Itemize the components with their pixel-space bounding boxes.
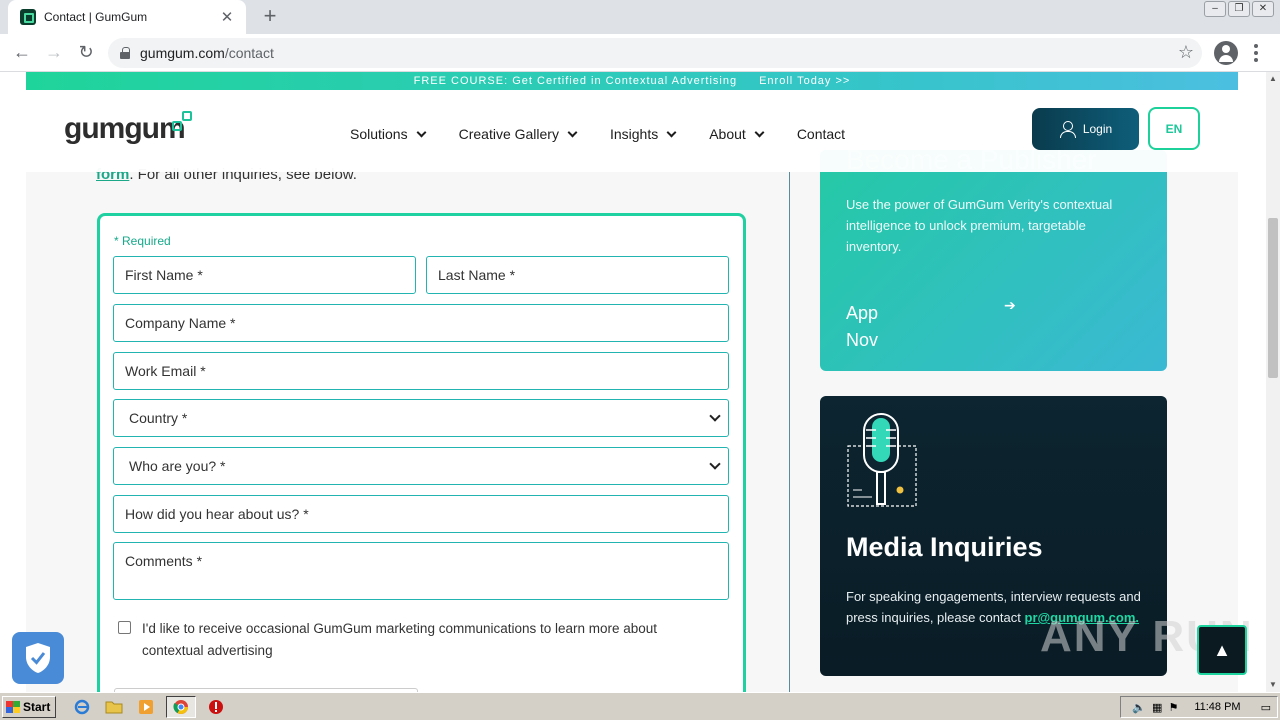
reload-button[interactable]: ↻ [70, 37, 102, 69]
work-email-input[interactable]: Work Email * [113, 352, 729, 390]
address-bar[interactable]: gumgum.com/contact ☆ [108, 38, 1202, 68]
stop-icon[interactable] [204, 696, 228, 718]
url-text: gumgum.com/contact [140, 45, 274, 61]
column-divider [789, 172, 790, 692]
user-icon [1059, 121, 1076, 138]
who-select-value: Who are you? * [129, 458, 226, 474]
scrollbar-thumb[interactable] [1268, 218, 1278, 378]
chevron-down-icon [754, 127, 765, 137]
main-nav: Solutions Creative Gallery Insights Abou… [350, 126, 879, 142]
site-header: gumgum Solutions Creative Gallery Insigh… [26, 90, 1238, 172]
minimize-button[interactable]: – [1204, 1, 1226, 17]
lock-icon [120, 47, 130, 59]
nav-solutions[interactable]: Solutions [350, 126, 427, 142]
required-note: * Required [114, 234, 171, 248]
hear-about-input[interactable]: How did you hear about us? * [113, 495, 729, 533]
gumgum-logo[interactable]: gumgum [64, 112, 186, 146]
profile-avatar-icon[interactable] [1214, 41, 1238, 65]
close-window-button[interactable]: ✕ [1252, 1, 1274, 17]
marketing-optin-label: I'd like to receive occasional GumGum ma… [142, 621, 658, 658]
show-desktop-icon[interactable]: ▭ [1261, 701, 1271, 714]
country-select-value: Country * [129, 410, 188, 426]
forward-button[interactable]: → [38, 37, 70, 69]
media-player-icon[interactable] [134, 696, 158, 718]
system-tray: 🔈 ▦ ⚑ 11:48 PM ▭ [1120, 696, 1278, 718]
language-button[interactable]: EN [1148, 107, 1200, 150]
browser-tab[interactable]: Contact | GumGum ✕ [8, 0, 246, 34]
privacy-shield-button[interactable] [12, 632, 64, 684]
ie-icon[interactable] [70, 696, 94, 718]
nav-creative-gallery[interactable]: Creative Gallery [459, 126, 578, 142]
bookmark-star-icon[interactable]: ☆ [1178, 42, 1194, 63]
network-icon[interactable]: ▦ [1152, 701, 1162, 714]
windows-flag-icon [6, 700, 20, 713]
marketing-optin-checkbox[interactable] [118, 621, 131, 634]
close-tab-icon[interactable]: ✕ [218, 8, 236, 26]
browser-toolbar: ← → ↻ gumgum.com/contact ☆ [0, 34, 1280, 72]
browser-menu-icon[interactable] [1248, 42, 1264, 64]
gumgum-logo-mark-icon [172, 110, 196, 134]
arrow-up-icon: ▲ [1213, 639, 1231, 660]
chevron-down-icon [567, 127, 578, 137]
volume-icon[interactable]: 🔈 [1132, 701, 1146, 714]
first-name-input[interactable]: First Name * [113, 256, 416, 294]
promo-text: FREE COURSE: Get Certified in Contextual… [413, 75, 738, 87]
nav-insights[interactable]: Insights [610, 126, 677, 142]
gumgum-favicon-icon [20, 9, 36, 25]
security-flag-icon[interactable]: ⚑ [1168, 701, 1178, 714]
back-button[interactable]: ← [6, 37, 38, 69]
back-to-top-button[interactable]: ▲ [1197, 625, 1247, 675]
login-button[interactable]: Login [1032, 108, 1139, 150]
marketing-optin-row: I'd like to receive occasional GumGum ma… [118, 618, 718, 662]
company-name-input[interactable]: Company Name * [113, 304, 729, 342]
page-viewport: form. For all other inquiries, see below… [0, 72, 1266, 692]
media-inquiries-title: Media Inquiries [846, 532, 1043, 562]
comments-textarea[interactable]: Comments * [113, 542, 729, 600]
chrome-taskbar-icon[interactable] [166, 695, 196, 718]
nav-contact[interactable]: Contact [797, 126, 845, 142]
start-button[interactable]: Start [2, 695, 56, 718]
publisher-card-cta[interactable]: App Nov [846, 300, 878, 354]
enroll-link[interactable]: Enroll Today >> [759, 75, 850, 87]
publisher-card[interactable]: Become a Publisher Use the power of GumG… [820, 150, 1167, 371]
contact-form: * Required First Name * Last Name * Comp… [97, 213, 746, 692]
tab-title: Contact | GumGum [44, 10, 148, 24]
arrow-right-icon: ➔ [1004, 297, 1016, 313]
chevron-down-icon [416, 127, 427, 137]
country-select[interactable]: Country * [113, 399, 729, 437]
nav-about[interactable]: About [709, 126, 765, 142]
chevron-down-icon [709, 410, 721, 422]
page-scrollbar[interactable]: ▲ ▼ [1266, 72, 1280, 692]
publisher-card-description: Use the power of GumGum Verity's context… [846, 197, 1113, 254]
windows-taskbar: Start 🔈 ▦ ⚑ 11:48 PM ▭ [0, 692, 1280, 720]
folder-icon[interactable] [102, 696, 126, 718]
window-controls: – ❐ ✕ [1198, 0, 1280, 20]
clock: 11:48 PM [1194, 701, 1241, 713]
last-name-input[interactable]: Last Name * [426, 256, 729, 294]
who-are-you-select[interactable]: Who are you? * [113, 447, 729, 485]
promo-banner[interactable]: FREE COURSE: Get Certified in Contextual… [26, 72, 1238, 90]
scroll-down-icon[interactable]: ▼ [1266, 678, 1280, 692]
restore-button[interactable]: ❐ [1228, 1, 1250, 17]
new-tab-button[interactable]: + [258, 4, 282, 28]
scroll-up-icon[interactable]: ▲ [1266, 72, 1280, 86]
browser-tab-bar: Contact | GumGum ✕ + – ❐ ✕ [0, 0, 1280, 34]
chevron-down-icon [709, 458, 721, 470]
shield-icon [26, 643, 50, 673]
chevron-down-icon [666, 127, 677, 137]
microphone-icon [847, 413, 917, 507]
